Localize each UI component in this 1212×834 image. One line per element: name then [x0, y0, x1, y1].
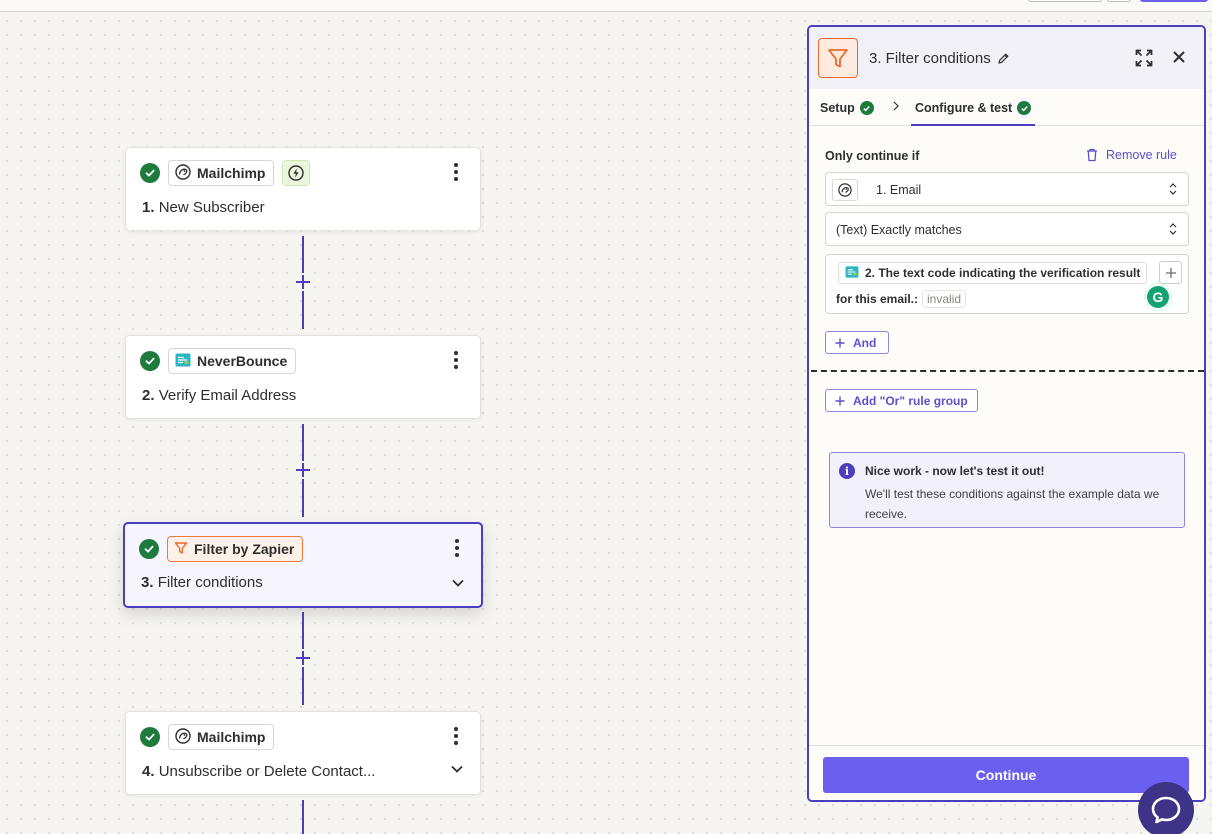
add-or-rule-group-button[interactable]: Add "Or" rule group [825, 389, 978, 412]
check-circle-icon [140, 163, 160, 183]
step-card-4[interactable]: Mailchimp 4. Unsubscribe or Delete Conta… [125, 711, 481, 795]
more-options-icon[interactable] [449, 538, 465, 558]
check-circle-icon [140, 727, 160, 747]
app-name: Mailchimp [197, 729, 266, 745]
mapped-field-continuation: for this email.: invalid [836, 290, 967, 308]
filter-funnel-icon [818, 38, 858, 78]
tab-label: Configure & test [915, 101, 1013, 115]
publish-button[interactable] [1140, 0, 1208, 2]
panel-header: 3. Filter conditions [809, 27, 1204, 89]
sample-value: invalid [922, 290, 967, 308]
info-title: Nice work - now let's test it out! [865, 464, 1045, 478]
insert-data-button[interactable] [1159, 261, 1182, 284]
check-circle-icon [139, 539, 159, 559]
trash-icon [1087, 148, 1097, 162]
chevron-down-icon[interactable] [451, 578, 465, 588]
remove-rule-label: Remove rule [1106, 148, 1177, 162]
neverbounce-logo-icon [845, 265, 859, 281]
rule-value-input[interactable]: 2. The text code indicating the verifica… [825, 254, 1189, 314]
rule-condition-value: (Text) Exactly matches [836, 223, 962, 237]
lightning-bolt-icon [282, 160, 311, 186]
top-toolbar [0, 0, 1212, 12]
remove-rule-button[interactable]: Remove rule [1086, 148, 1177, 162]
mapped-field-label-2: for this email.: [836, 292, 919, 306]
rule-field-value: 1. Email [876, 183, 922, 197]
more-options-icon[interactable] [448, 162, 464, 182]
app-chip: Mailchimp [168, 160, 275, 186]
neverbounce-logo-icon [175, 353, 191, 370]
app-chip: Mailchimp [168, 724, 275, 750]
mailchimp-logo-icon [175, 163, 191, 183]
tab-label: Setup [820, 101, 855, 115]
panel-title[interactable]: 3. Filter conditions [869, 50, 1010, 67]
check-circle-icon [140, 351, 160, 371]
app-name: Mailchimp [197, 165, 266, 181]
select-arrows-icon [1169, 223, 1177, 235]
mailchimp-logo-icon [175, 727, 191, 747]
mapped-field-pill[interactable]: 2. The text code indicating the verifica… [838, 262, 1148, 284]
and-button[interactable]: And [825, 331, 889, 354]
app-chip: Filter by Zapier [167, 536, 304, 562]
step-title: 3. Filter conditions [141, 574, 263, 591]
rule-field-select[interactable]: 1. Email [825, 172, 1189, 206]
plus-icon [1165, 267, 1176, 278]
info-icon: i [839, 463, 855, 479]
info-callout: i Nice work - now let's test it out! We'… [829, 452, 1185, 528]
or-divider [811, 370, 1204, 372]
chat-support-button[interactable] [1138, 782, 1194, 834]
toolbar-button[interactable] [1028, 0, 1102, 2]
step-editor-panel: 3. Filter conditions Setup Configure & t… [807, 25, 1206, 802]
rule-condition-select[interactable]: (Text) Exactly matches [825, 212, 1189, 246]
more-options-icon[interactable] [448, 726, 464, 746]
step-card-3[interactable]: Filter by Zapier 3. Filter conditions [123, 522, 483, 608]
expand-icon[interactable] [1135, 49, 1153, 67]
check-circle-icon [1017, 101, 1032, 115]
check-circle-icon [859, 101, 874, 115]
filter-funnel-icon [174, 541, 188, 558]
mapped-field-label: 2. The text code indicating the verifica… [865, 266, 1141, 280]
mailchimp-logo-icon [832, 179, 858, 201]
toolbar-button[interactable] [1107, 0, 1131, 2]
step-title: 2. Verify Email Address [142, 387, 297, 404]
chevron-down-icon[interactable] [450, 764, 464, 774]
chat-bubble-icon [1151, 796, 1181, 824]
step-card-2[interactable]: NeverBounce 2. Verify Email Address [125, 335, 481, 419]
select-arrows-icon [1169, 183, 1177, 195]
step-tabs: Setup Configure & test [809, 89, 1204, 126]
grammarly-icon[interactable]: G [1145, 284, 1171, 310]
active-tab-indicator [911, 124, 1035, 126]
app-name: NeverBounce [197, 353, 288, 369]
step-card-1[interactable]: Mailchimp 1. New Subscriber [125, 147, 481, 231]
app-name: Filter by Zapier [194, 541, 295, 557]
step-title: 1. New Subscriber [142, 199, 265, 216]
pencil-icon[interactable] [997, 52, 1010, 65]
add-step-plus-icon[interactable] [294, 649, 312, 667]
more-options-icon[interactable] [448, 350, 464, 370]
close-icon[interactable] [1172, 50, 1186, 64]
panel-title-text: 3. Filter conditions [869, 50, 991, 67]
plus-icon [835, 396, 845, 405]
chevron-right-icon [893, 101, 899, 111]
and-label: And [853, 335, 877, 350]
app-chip: NeverBounce [168, 348, 297, 374]
plus-icon [835, 338, 845, 347]
step-title: 4. Unsubscribe or Delete Contact... [142, 763, 376, 780]
only-continue-label: Only continue if [825, 149, 920, 163]
tab-configure-test[interactable]: Configure & test [915, 101, 1032, 115]
tab-setup[interactable]: Setup [820, 101, 874, 115]
info-text: We'll test these conditions against the … [865, 487, 1160, 521]
add-step-plus-icon[interactable] [294, 461, 312, 479]
add-or-label: Add "Or" rule group [853, 393, 968, 408]
continue-button[interactable]: Continue [823, 757, 1189, 793]
connector-line [302, 800, 304, 834]
add-step-plus-icon[interactable] [294, 273, 312, 291]
